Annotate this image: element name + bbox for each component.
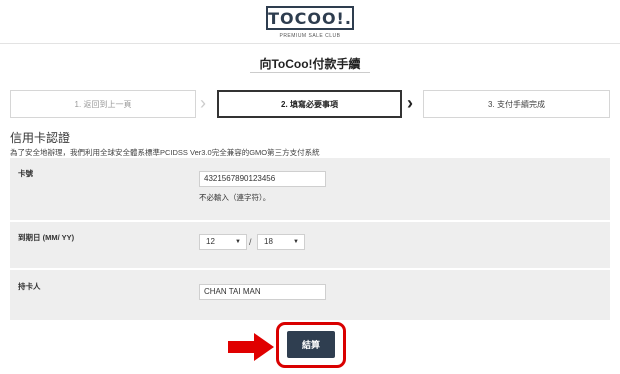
chevron-right-icon: ›: [200, 93, 206, 113]
tocoo-logo[interactable]: TOCOO!.: [266, 6, 354, 30]
expiry-separator: /: [249, 237, 252, 247]
expiry-row: 到期日 (MM/ YY) 12 ▼ / 18 ▼: [10, 222, 610, 268]
section-description: 為了安全地辦理，我們利用全球安全體系標準PCIDSS Ver3.0完全兼容的GM…: [10, 148, 320, 157]
expiry-month-select[interactable]: 12 ▼: [199, 234, 247, 250]
title-divider: [250, 72, 370, 73]
card-holder-label: 持卡人: [18, 282, 41, 291]
logo-subtitle: PREMIUM SALE CLUB: [279, 33, 341, 39]
expiry-label: 到期日 (MM/ YY): [18, 233, 75, 242]
expiry-month-value: 12: [206, 237, 215, 246]
card-holder-row: 持卡人 CHAN TAI MAN: [10, 270, 610, 320]
arrow-right-icon: [228, 333, 274, 361]
card-number-hint: 不必輸入（連字符）。: [199, 193, 271, 202]
site-header: TOCOO!. PREMIUM SALE CLUB: [0, 0, 620, 44]
expiry-year-select[interactable]: 18 ▼: [257, 234, 305, 250]
caret-down-icon: ▼: [293, 239, 299, 245]
section-title: 信用卡認證: [10, 131, 71, 145]
caret-down-icon: ▼: [235, 239, 241, 245]
logo-text: TOCOO!.: [268, 8, 352, 28]
step-back-link[interactable]: 1. 返回到上一頁: [10, 90, 196, 118]
card-holder-input[interactable]: CHAN TAI MAN: [199, 284, 326, 300]
card-number-row: 卡號 4321567890123456 不必輸入（連字符）。: [10, 158, 610, 220]
checkout-button[interactable]: 結算: [287, 331, 335, 358]
card-number-label: 卡號: [18, 169, 33, 178]
page-title: 向ToCoo!付款手續: [259, 57, 361, 71]
expiry-year-value: 18: [264, 237, 273, 246]
chevron-right-icon: ›: [407, 93, 413, 113]
card-number-input[interactable]: 4321567890123456: [199, 171, 326, 187]
step-current: 2. 填寫必要事項: [217, 90, 402, 118]
step-complete: 3. 支付手續完成: [423, 90, 610, 118]
